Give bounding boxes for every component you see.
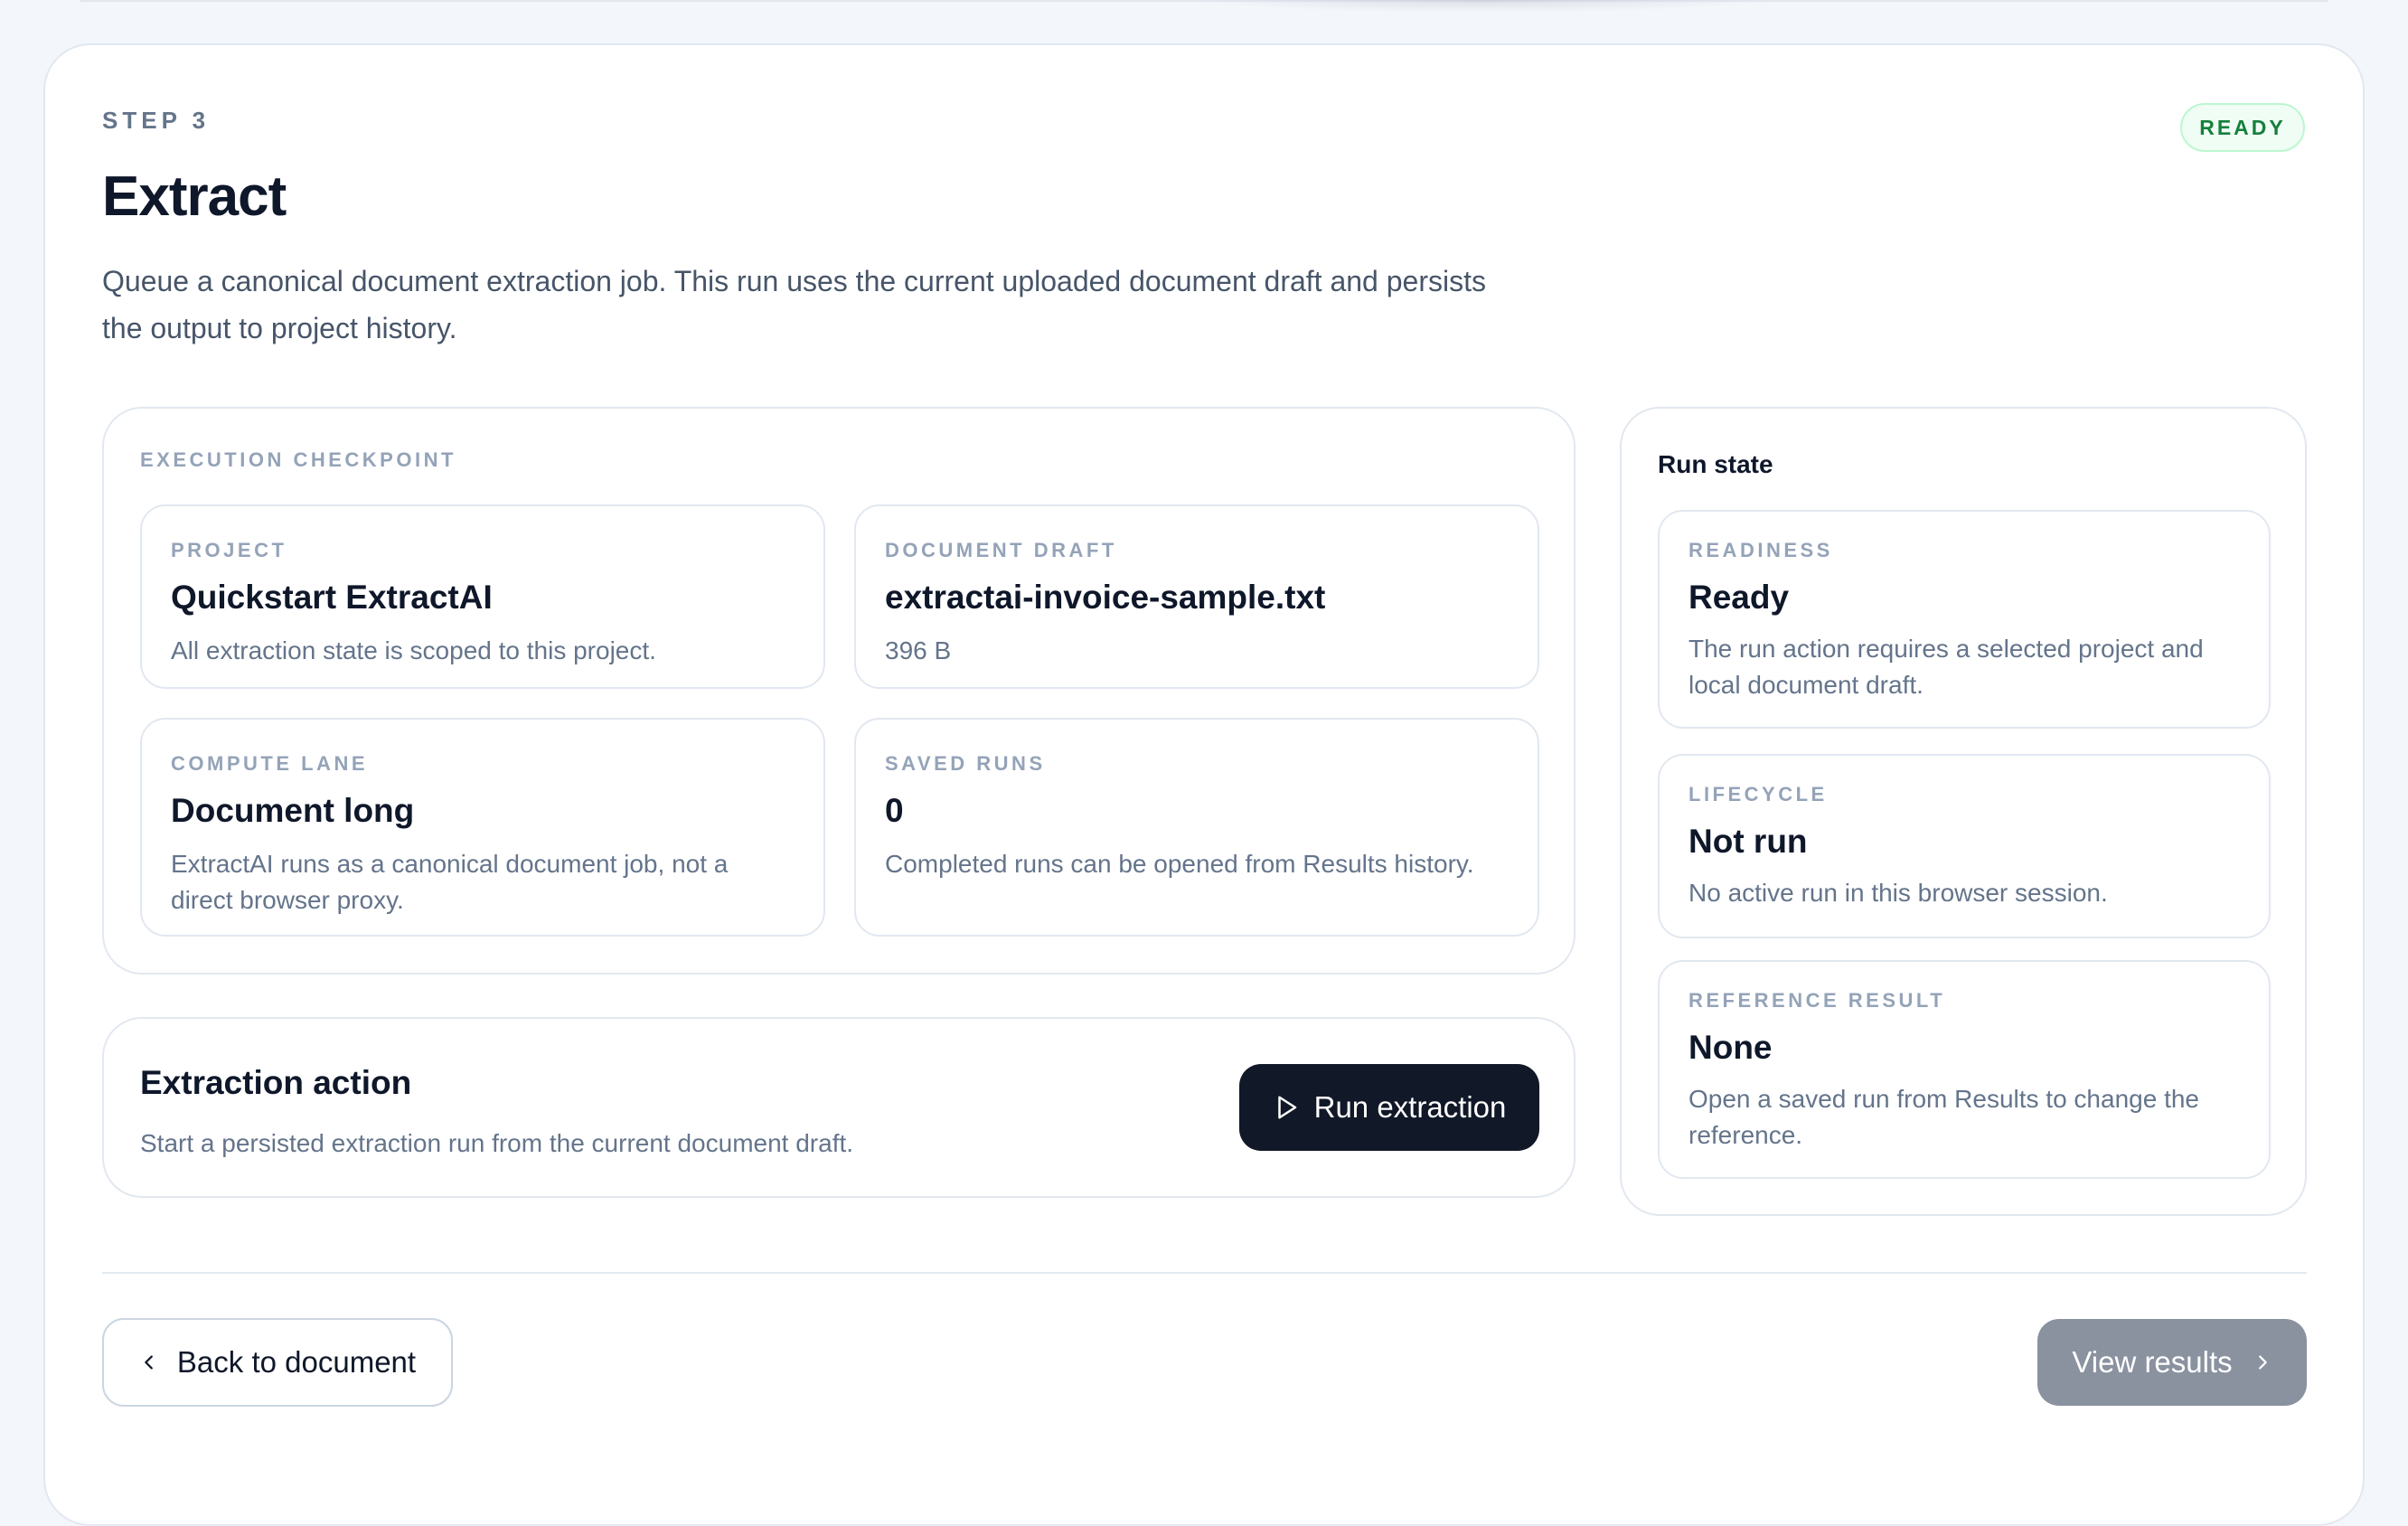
execution-checkpoint-panel: EXECUTION CHECKPOINT PROJECT Quickstart …	[102, 407, 1576, 975]
extraction-action-panel: Extraction action Start a persisted extr…	[102, 1017, 1576, 1198]
compute-lane-value: Document long	[171, 792, 415, 829]
readiness-value: Ready	[1688, 579, 1790, 616]
readiness-note: The run action requires a selected proje…	[1688, 635, 2204, 699]
compute-lane-label: COMPUTE LANE	[171, 752, 368, 775]
project-note: All extraction state is scoped to this p…	[171, 636, 656, 664]
reference-result-note: Open a saved run from Results to change …	[1688, 1085, 2199, 1149]
document-draft-size: 396 B	[885, 636, 952, 664]
view-results-label: View results	[2072, 1345, 2233, 1379]
reference-result-label: REFERENCE RESULT	[1688, 989, 1946, 1012]
lifecycle-value: Not run	[1688, 823, 1808, 860]
view-results-button[interactable]: View results	[2037, 1319, 2307, 1406]
saved-runs-value: 0	[885, 792, 904, 829]
reference-result-tile: REFERENCE RESULT None Open a saved run f…	[1658, 960, 2271, 1179]
project-tile: PROJECT Quickstart ExtractAI All extract…	[140, 504, 825, 689]
document-draft-label: DOCUMENT DRAFT	[885, 539, 1117, 561]
run-extraction-button[interactable]: Run extraction	[1239, 1064, 1539, 1151]
execution-checkpoint-label: EXECUTION CHECKPOINT	[140, 448, 456, 471]
saved-runs-note: Completed runs can be opened from Result…	[885, 850, 1474, 878]
run-extraction-label: Run extraction	[1313, 1090, 1507, 1124]
lifecycle-label: LIFECYCLE	[1688, 783, 1828, 805]
play-icon	[1273, 1094, 1300, 1121]
run-state-panel: Run state READINESS Ready The run action…	[1620, 407, 2307, 1216]
saved-runs-tile: SAVED RUNS 0 Completed runs can be opene…	[854, 718, 1539, 937]
compute-lane-tile: COMPUTE LANE Document long ExtractAI run…	[140, 718, 825, 937]
saved-runs-label: SAVED RUNS	[885, 752, 1046, 775]
back-to-document-button[interactable]: Back to document	[102, 1318, 453, 1407]
document-draft-tile: DOCUMENT DRAFT extractai-invoice-sample.…	[854, 504, 1539, 689]
project-label: PROJECT	[171, 539, 287, 561]
page-title: Extract	[102, 165, 287, 228]
extraction-action-title: Extraction action	[140, 1064, 412, 1101]
lifecycle-tile: LIFECYCLE Not run No active run in this …	[1658, 754, 2271, 938]
status-badge: READY	[2180, 103, 2305, 152]
chevron-right-icon	[2253, 1352, 2272, 1372]
top-shadow	[1193, 0, 1772, 13]
step-label: STEP 3	[102, 107, 211, 134]
lifecycle-note: No active run in this browser session.	[1688, 879, 2108, 907]
extraction-action-description: Start a persisted extraction run from th…	[140, 1129, 854, 1157]
compute-lane-note: ExtractAI runs as a canonical document j…	[171, 850, 729, 914]
run-state-title: Run state	[1658, 450, 1773, 478]
footer-divider	[102, 1272, 2307, 1274]
back-to-document-label: Back to document	[176, 1345, 417, 1379]
readiness-label: READINESS	[1688, 539, 1833, 561]
document-draft-value: extractai-invoice-sample.txt	[885, 579, 1326, 616]
page-description: Queue a canonical document extraction jo…	[102, 265, 1486, 344]
project-value: Quickstart ExtractAI	[171, 579, 493, 616]
chevron-left-icon	[139, 1352, 159, 1372]
reference-result-value: None	[1688, 1029, 1773, 1066]
readiness-tile: READINESS Ready The run action requires …	[1658, 510, 2271, 729]
